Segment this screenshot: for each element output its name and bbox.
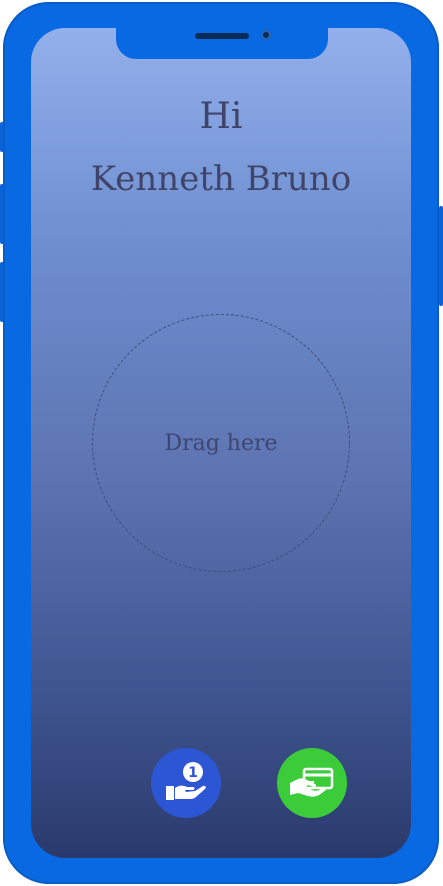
hand-coin-icon: 1 bbox=[166, 762, 206, 800]
power-button bbox=[439, 206, 443, 306]
user-name: Kenneth Bruno bbox=[90, 159, 352, 199]
coin-badge: 1 bbox=[188, 765, 198, 781]
drop-zone-label: Drag here bbox=[164, 430, 278, 456]
pay-with-card-button[interactable] bbox=[277, 748, 347, 818]
card-payment-icon bbox=[290, 767, 334, 797]
speaker-grille bbox=[195, 33, 249, 39]
phone-device: Hi Kenneth Bruno Drag here 1 bbox=[0, 0, 443, 886]
receive-payment-button[interactable]: 1 bbox=[151, 748, 221, 818]
greeting-hi: Hi bbox=[199, 96, 243, 137]
front-camera bbox=[261, 30, 271, 40]
drag-drop-zone[interactable]: Drag here bbox=[92, 314, 350, 572]
